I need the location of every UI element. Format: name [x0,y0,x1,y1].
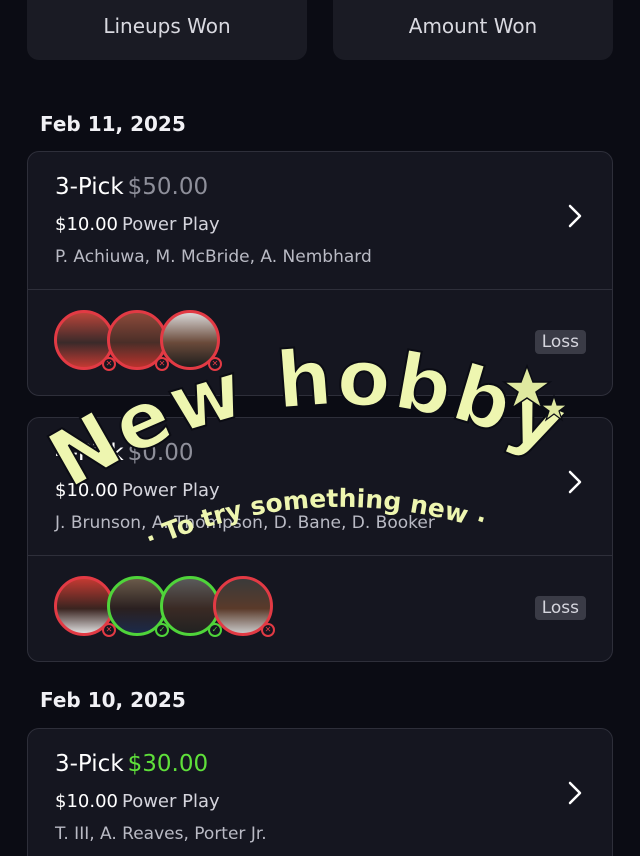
pick-count: 3-Pick [55,174,124,200]
entry-line: $10.00 Power Play [55,791,220,812]
chevron-right-icon[interactable] [568,202,582,230]
loss-x-icon: ✕ [208,357,222,371]
player-list: P. Achiuwa, M. McBride, A. Nembhard [55,247,372,267]
player-list: J. Brunson, A. Thompson, D. Bane, D. Boo… [55,513,435,533]
lineup-card[interactable]: 4-Pick $0.00 $10.00 Power Play J. Brunson,… [27,417,613,662]
lineups-won-label: Lineups Won [103,14,231,38]
section-date: Feb 11, 2025 [40,112,186,136]
play-mode: Power Play [121,214,220,235]
entry-line: $10.00 Power Play [55,480,220,501]
entry-stake: $10.00 [55,214,118,235]
entry-stake: $10.00 [55,791,118,812]
amount-won-card: — Amount Won [333,0,613,60]
loss-x-icon: ✕ [261,623,275,637]
pick-count: 4-Pick [55,440,124,466]
lineup-title: 4-Pick $0.00 [55,440,194,466]
lineup-title: 3-Pick $50.00 [55,174,208,200]
play-mode: Power Play [121,480,220,501]
lineup-card[interactable]: 3-Pick $50.00 $10.00 Power Play P. Achiuwa… [27,151,613,396]
player-list: T. III, A. Reaves, Porter Jr. [55,824,267,844]
lineup-card[interactable]: 3-Pick $30.00 $10.00 Power Play T. III, A.… [27,728,613,856]
payout-amount: $50.00 [127,174,209,200]
section-date: Feb 10, 2025 [40,688,186,712]
play-mode: Power Play [121,791,220,812]
entry-line: $10.00 Power Play [55,214,220,235]
chevron-right-icon[interactable] [568,779,582,807]
pick-count: 3-Pick [55,751,124,777]
result-badge: Loss [534,596,586,620]
payout-amount: $0.00 [127,440,194,466]
entry-stake: $10.00 [55,480,118,501]
amount-won-label: Amount Won [408,14,538,38]
chevron-right-icon[interactable] [568,468,582,496]
payout-amount: $30.00 [127,751,209,777]
result-badge: Loss [534,330,586,354]
lineup-title: 3-Pick $30.00 [55,751,208,777]
lineups-won-card: — Lineups Won [27,0,307,60]
